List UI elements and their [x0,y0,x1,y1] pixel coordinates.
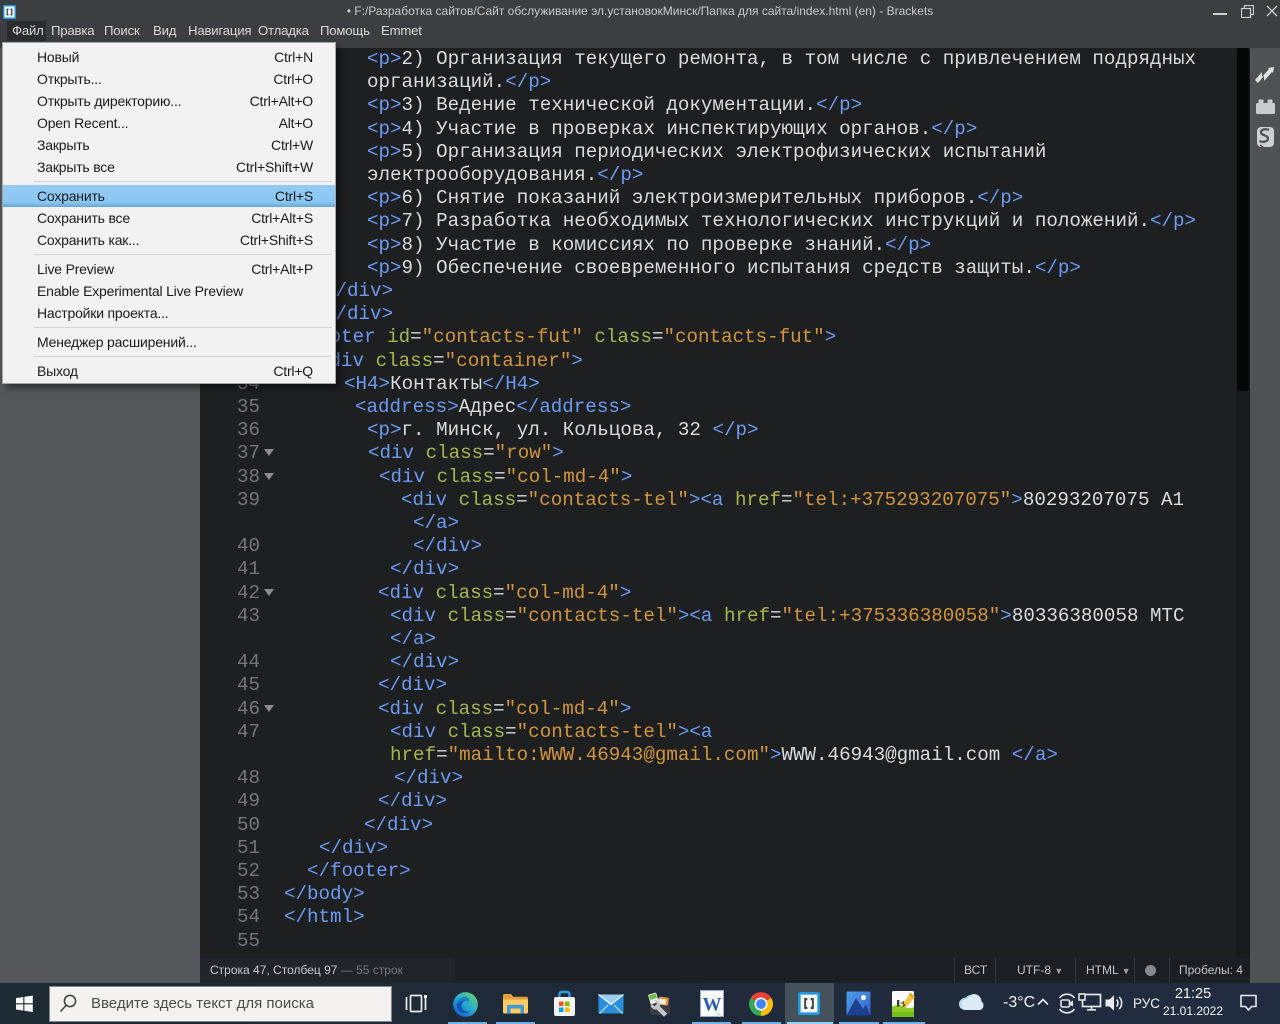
svg-text:W: W [703,995,722,1016]
